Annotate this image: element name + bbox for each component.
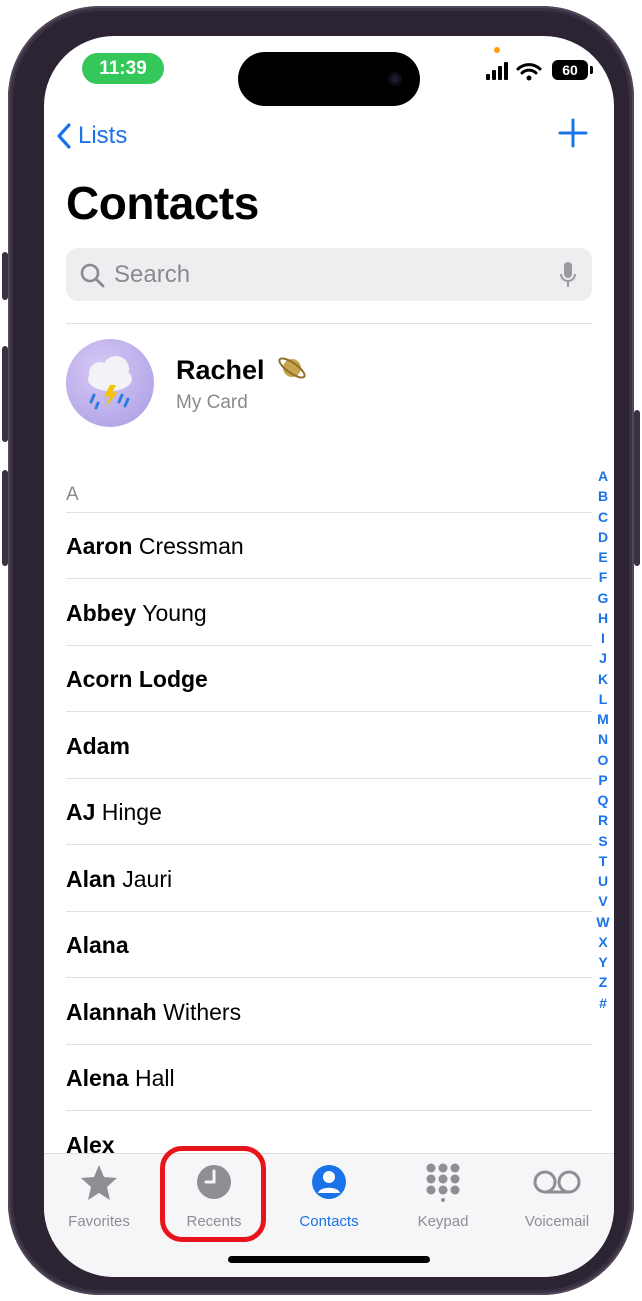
signal-wifi-icon — [486, 62, 542, 81]
volume-down-button — [2, 470, 8, 566]
index-letter[interactable]: L — [594, 689, 612, 709]
index-letter[interactable]: I — [594, 628, 612, 648]
page-title: Contacts — [66, 177, 259, 229]
avatar[interactable] — [66, 339, 154, 427]
tab-label: Voicemail — [524, 1213, 590, 1230]
list-item[interactable]: Alan Jauri — [66, 846, 592, 912]
contact-first: Alannah — [66, 998, 157, 1025]
contact-first: Alan — [66, 865, 116, 892]
contact-first: Alana — [66, 932, 129, 958]
index-letter[interactable]: D — [594, 527, 612, 547]
index-letter[interactable]: H — [594, 608, 612, 628]
tab-keypad[interactable]: Keypad — [388, 1162, 498, 1230]
contact-last: Cressman — [132, 533, 244, 559]
contact-first: Acorn Lodge — [66, 666, 208, 692]
battery-tip — [590, 66, 593, 74]
tab-voicemail[interactable]: Voicemail — [502, 1162, 612, 1230]
battery-icon: 60 — [552, 60, 588, 80]
index-letter[interactable]: A — [594, 466, 612, 486]
tab-label: Contacts — [299, 1213, 359, 1230]
recents-highlight-annotation — [160, 1146, 266, 1242]
contact-first: Aaron — [66, 533, 133, 559]
index-letter[interactable]: Z — [594, 972, 612, 992]
volume-up-button — [2, 346, 8, 442]
index-letter[interactable]: O — [594, 750, 612, 770]
list-item[interactable]: Alena Hall — [66, 1045, 592, 1111]
tab-label: Favorites — [68, 1213, 130, 1230]
my-card-name[interactable]: Rachel — [176, 352, 308, 386]
contact-last: Young — [136, 599, 207, 626]
voicemail-icon — [533, 1170, 581, 1194]
index-letter[interactable]: Q — [594, 790, 612, 810]
index-letter[interactable]: C — [594, 507, 612, 527]
contact-last: Jauri — [115, 865, 173, 892]
section-header: A — [66, 484, 79, 505]
phone-frame: 11:39 60 Lists Contacts Search Rachel My… — [8, 6, 634, 1295]
index-letter[interactable]: X — [594, 932, 612, 952]
action-button — [2, 252, 8, 300]
my-card-subtitle: My Card — [176, 392, 248, 413]
list-item[interactable]: Alana — [66, 912, 592, 978]
list-item[interactable]: Aaron Cressman — [66, 513, 592, 579]
star-icon — [81, 1165, 117, 1200]
contact-first: Alena — [66, 1065, 129, 1091]
list-item[interactable]: Alannah Withers — [66, 979, 592, 1045]
index-letter[interactable]: K — [594, 669, 612, 689]
contact-first: AJ — [66, 799, 96, 825]
tab-contacts[interactable]: Contacts — [274, 1162, 384, 1230]
planet-icon — [278, 357, 306, 379]
alphabet-index[interactable]: A B C D E F G H I J K L M N O P Q R S T … — [594, 466, 612, 1013]
index-letter[interactable]: S — [594, 831, 612, 851]
index-letter[interactable]: N — [594, 729, 612, 749]
dynamic-island — [238, 52, 420, 106]
contact-first: Adam — [66, 732, 130, 759]
search-input[interactable]: Search — [66, 248, 592, 301]
side-button — [634, 410, 640, 566]
index-letter[interactable]: # — [594, 993, 612, 1013]
storm-cloud-icon — [88, 356, 132, 410]
contact-last: Hinge — [95, 799, 162, 825]
index-letter[interactable]: Y — [594, 952, 612, 972]
contact-last: Hall — [128, 1065, 175, 1091]
tab-favorites[interactable]: Favorites — [44, 1162, 154, 1230]
screen: 11:39 60 Lists Contacts Search Rachel My… — [44, 36, 614, 1277]
add-contact-button[interactable] — [558, 118, 588, 157]
index-letter[interactable]: U — [594, 871, 612, 891]
status-time: 11:39 — [82, 53, 164, 84]
contact-last: Withers — [156, 998, 242, 1025]
index-letter[interactable]: J — [594, 648, 612, 668]
index-letter[interactable]: V — [594, 891, 612, 911]
index-letter[interactable]: E — [594, 547, 612, 567]
back-button[interactable]: Lists — [56, 122, 127, 150]
microphone-icon[interactable] — [558, 260, 578, 290]
my-card-name-text: Rachel — [176, 355, 265, 385]
index-letter[interactable]: T — [594, 851, 612, 871]
keypad-icon — [426, 1163, 460, 1202]
privacy-indicator — [494, 47, 500, 53]
person-circle-icon — [312, 1165, 346, 1199]
index-letter[interactable]: R — [594, 810, 612, 830]
list-item[interactable]: AJ Hinge — [66, 779, 592, 845]
divider — [66, 323, 592, 324]
index-letter[interactable]: P — [594, 770, 612, 790]
index-letter[interactable]: F — [594, 567, 612, 587]
search-icon — [80, 263, 105, 287]
index-letter[interactable]: W — [594, 912, 612, 932]
camera-icon — [388, 72, 402, 86]
home-indicator[interactable] — [228, 1256, 430, 1263]
list-item[interactable]: Acorn Lodge — [66, 646, 592, 712]
search-placeholder: Search — [114, 260, 191, 288]
index-letter[interactable]: M — [594, 709, 612, 729]
back-label: Lists — [78, 122, 128, 149]
index-letter[interactable]: B — [594, 486, 612, 506]
list-item[interactable]: Abbey Young — [66, 580, 592, 646]
index-letter[interactable]: G — [594, 588, 612, 608]
plus-icon — [558, 118, 588, 148]
list-item[interactable]: Adam — [66, 713, 592, 779]
chevron-left-icon — [57, 123, 71, 149]
contact-first: Abbey — [66, 599, 137, 626]
tab-label: Keypad — [417, 1213, 469, 1230]
